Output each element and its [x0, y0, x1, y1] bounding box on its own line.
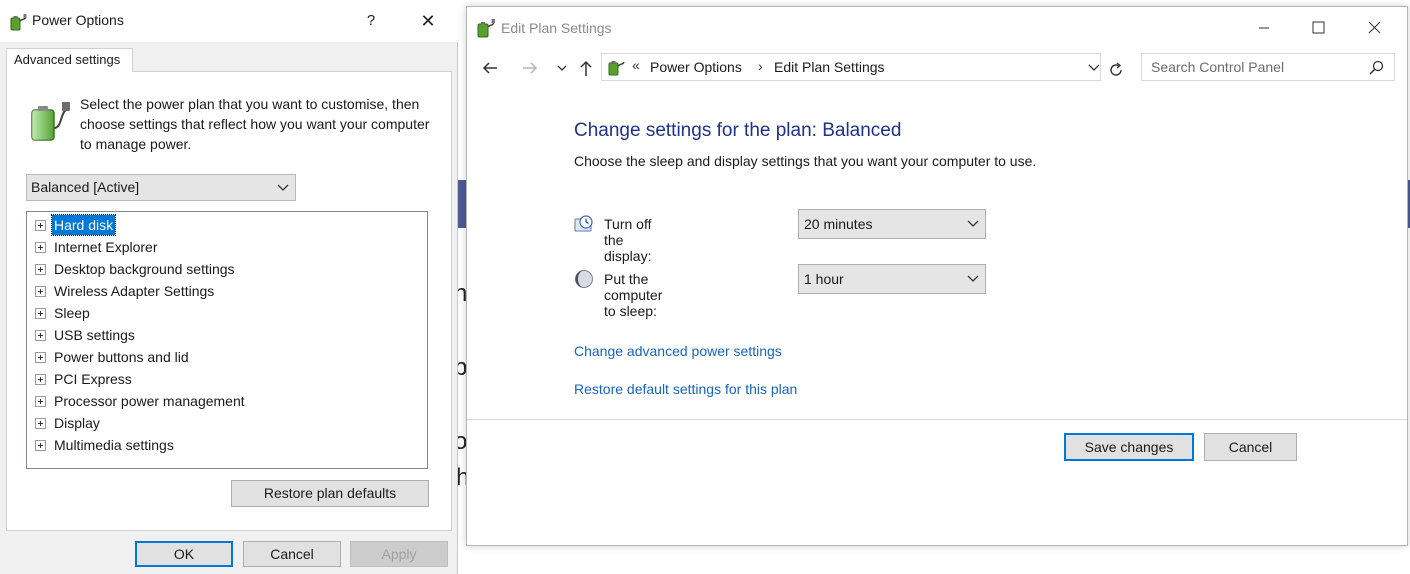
- footer-divider: [467, 419, 1407, 420]
- power-plan-select[interactable]: Balanced [Active]: [26, 174, 296, 201]
- recent-locations-chevron-icon[interactable]: [551, 57, 573, 79]
- navigation-bar: « Power Options › Edit Plan Settings: [467, 49, 1407, 87]
- expand-plus-icon[interactable]: [35, 241, 46, 253]
- maximize-icon[interactable]: [1295, 13, 1341, 43]
- window-title: Edit Plan Settings: [501, 20, 612, 36]
- tree-item[interactable]: Desktop background settings: [35, 258, 237, 280]
- search-box[interactable]: [1141, 53, 1395, 81]
- address-bar[interactable]: « Power Options › Edit Plan Settings: [601, 53, 1101, 81]
- expand-plus-icon[interactable]: [35, 219, 46, 231]
- expand-plus-icon[interactable]: [35, 351, 46, 363]
- tree-item-label: Multimedia settings: [54, 437, 174, 453]
- chevron-down-icon: [967, 220, 979, 227]
- save-changes-button[interactable]: Save changes: [1064, 433, 1194, 461]
- tree-item-label: USB settings: [54, 327, 135, 343]
- tree-item[interactable]: PCI Express: [35, 368, 134, 390]
- cancel-button[interactable]: Cancel: [1204, 433, 1297, 461]
- search-input[interactable]: [1142, 54, 1362, 80]
- search-icon[interactable]: [1368, 60, 1384, 76]
- breadcrumb-overflow[interactable]: «: [632, 57, 640, 73]
- close-icon[interactable]: [1351, 13, 1397, 43]
- sleep-timeout-select[interactable]: 1 hour: [798, 264, 986, 294]
- window-titlebar: Edit Plan Settings: [467, 7, 1407, 49]
- breadcrumb-power-options[interactable]: Power Options: [650, 59, 742, 75]
- tree-item-label: Processor power management: [54, 393, 245, 409]
- refresh-icon[interactable]: [1107, 61, 1125, 79]
- expand-plus-icon[interactable]: [35, 373, 46, 385]
- chevron-down-icon: [277, 184, 289, 191]
- apply-button[interactable]: Apply: [350, 541, 448, 567]
- restore-default-settings-link[interactable]: Restore default settings for this plan: [574, 381, 797, 397]
- battery-plug-icon: [31, 102, 70, 141]
- breadcrumb-edit-plan-settings[interactable]: Edit Plan Settings: [774, 59, 885, 75]
- tree-item-label: Desktop background settings: [54, 261, 235, 277]
- tree-item-label: Wireless Adapter Settings: [54, 283, 215, 299]
- sleep-timeout-value: 1 hour: [804, 271, 844, 287]
- power-plan-select-value: Balanced [Active]: [31, 179, 140, 195]
- change-advanced-power-settings-link[interactable]: Change advanced power settings: [574, 343, 782, 359]
- back-arrow-icon[interactable]: [479, 57, 501, 79]
- page-title: Change settings for the plan: Balanced: [574, 120, 902, 141]
- ok-button[interactable]: OK: [135, 541, 233, 567]
- tree-item[interactable]: Multimedia settings: [35, 434, 176, 456]
- tree-item[interactable]: Internet Explorer: [35, 236, 160, 258]
- expand-plus-icon[interactable]: [35, 417, 46, 429]
- sleep-moon-icon: [575, 270, 593, 288]
- tab-advanced-settings[interactable]: Advanced settings: [6, 48, 133, 72]
- tree-item-label: PCI Express: [54, 371, 132, 387]
- tree-item[interactable]: Processor power management: [35, 390, 247, 412]
- power-plan-icon: [608, 61, 625, 76]
- expand-plus-icon[interactable]: [35, 395, 46, 407]
- chevron-down-icon: [967, 275, 979, 282]
- expand-plus-icon[interactable]: [35, 439, 46, 451]
- display-setting-label: Turn off the display:: [604, 216, 652, 264]
- display-clock-icon: [574, 215, 593, 232]
- power-plan-icon: [10, 14, 27, 31]
- sleep-setting-label: Put the computer to sleep:: [604, 271, 663, 319]
- tree-item-label: Hard disk: [50, 214, 117, 236]
- display-timeout-select[interactable]: 20 minutes: [798, 209, 986, 239]
- tree-item[interactable]: Wireless Adapter Settings: [35, 280, 216, 302]
- expand-plus-icon[interactable]: [35, 329, 46, 341]
- settings-tree[interactable]: Hard disk Internet Explorer Desktop back…: [26, 211, 428, 469]
- power-options-dialog: Power Options ? ✕ Advanced settings Sele…: [0, 0, 458, 574]
- dialog-title: Power Options: [32, 12, 124, 28]
- breadcrumb-separator[interactable]: ›: [758, 58, 763, 74]
- tree-item[interactable]: Display: [35, 412, 102, 434]
- forward-arrow-icon[interactable]: [519, 57, 541, 79]
- chevron-down-icon[interactable]: [1088, 61, 1100, 75]
- tree-item[interactable]: Power buttons and lid: [35, 346, 191, 368]
- power-plan-icon: [477, 19, 495, 38]
- help-button[interactable]: ?: [360, 10, 382, 32]
- dialog-titlebar: Power Options ? ✕: [0, 0, 458, 42]
- tree-item-label: Internet Explorer: [54, 239, 158, 255]
- tree-item[interactable]: Sleep: [35, 302, 92, 324]
- display-timeout-value: 20 minutes: [804, 216, 873, 232]
- restore-plan-defaults-button[interactable]: Restore plan defaults: [231, 480, 429, 507]
- cancel-button[interactable]: Cancel: [243, 541, 341, 567]
- up-arrow-icon[interactable]: [575, 57, 597, 79]
- tree-item[interactable]: USB settings: [35, 324, 137, 346]
- expand-plus-icon[interactable]: [35, 285, 46, 297]
- expand-plus-icon[interactable]: [35, 263, 46, 275]
- close-button[interactable]: ✕: [414, 8, 442, 34]
- tree-item-label: Sleep: [54, 305, 90, 321]
- minimize-icon[interactable]: [1241, 13, 1287, 43]
- edit-plan-settings-window: Edit Plan Settings « Power Options › Edi…: [466, 6, 1408, 546]
- dialog-description: Select the power plan that you want to c…: [80, 96, 430, 152]
- page-subtitle: Choose the sleep and display settings th…: [574, 153, 1037, 169]
- tree-item-label: Display: [54, 415, 100, 431]
- tree-item[interactable]: Hard disk: [35, 214, 117, 236]
- expand-plus-icon[interactable]: [35, 307, 46, 319]
- tree-item-label: Power buttons and lid: [54, 349, 189, 365]
